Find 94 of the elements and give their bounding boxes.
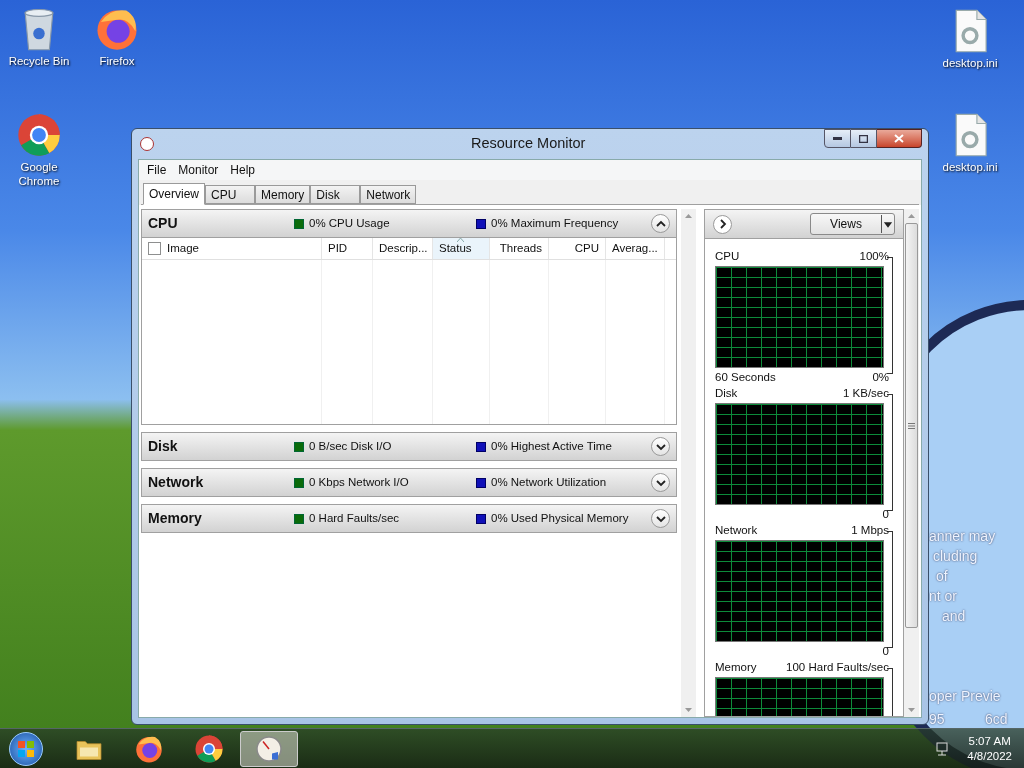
close-icon	[894, 134, 904, 143]
tab[interactable]: Network	[360, 185, 417, 204]
column-header[interactable]: PID	[322, 238, 373, 259]
chevron-down-icon	[655, 478, 666, 487]
watermark-text: nt or	[929, 587, 957, 606]
clock[interactable]: 5:07 AM 4/8/2022	[967, 733, 1012, 764]
graph-title: Disk	[715, 386, 738, 400]
start-button[interactable]	[9, 731, 43, 766]
frequency-legend-icon	[476, 441, 486, 452]
desktop-shortcut[interactable]: Firefox	[79, 6, 155, 68]
usage-metric: 0 B/sec Disk I/O	[309, 438, 392, 454]
section-header[interactable]: CPU 0% CPU Usage 0% Maximum Frequency	[141, 209, 677, 238]
section-header[interactable]: Network 0 Kbps Network I/O 0% Network Utilization	[141, 468, 677, 497]
watermark-text: cluding	[933, 547, 978, 566]
watermark-text: 95	[929, 710, 945, 729]
usage-legend-icon	[294, 441, 304, 452]
chevron-up-icon	[655, 219, 666, 228]
graph-title: CPU	[715, 249, 740, 263]
tab[interactable]: Memory	[255, 185, 311, 204]
desktop-shortcut[interactable]: desktop.ini	[932, 8, 1008, 70]
scrollbar-thumb[interactable]	[905, 223, 918, 628]
section-title: CPU	[148, 214, 179, 233]
expand-button[interactable]	[651, 509, 670, 528]
graph-scale-max: 1 Mbps	[851, 523, 889, 537]
scrollbar[interactable]	[904, 209, 919, 717]
frequency-legend-icon	[476, 218, 486, 229]
watermark-text: anner may	[929, 527, 996, 546]
maximize-icon	[859, 134, 868, 143]
section-title: Network	[148, 473, 205, 492]
graph-title: Memory	[715, 660, 757, 674]
desktop-shortcut[interactable]: Google Chrome	[1, 112, 77, 188]
menu-item[interactable]: File	[141, 161, 173, 179]
column-header[interactable]: Image	[142, 238, 322, 259]
chevron-right-icon	[718, 219, 727, 229]
usage-legend-icon	[294, 513, 304, 524]
usage-legend-icon	[294, 218, 304, 229]
frequency-legend-icon	[476, 513, 486, 524]
expand-button[interactable]	[651, 437, 670, 456]
desktop-shortcut[interactable]: desktop.ini	[932, 112, 1008, 174]
chrome-icon	[16, 112, 62, 158]
column-header[interactable]: CPU	[549, 238, 606, 259]
close-button[interactable]	[877, 129, 922, 148]
chrome-icon	[194, 733, 224, 764]
graph-scale-max: 100 Hard Faults/sec	[786, 660, 889, 674]
caret-icon	[881, 215, 894, 233]
minimize-icon	[833, 137, 842, 140]
utilization-metric: 0% Highest Active Time	[491, 438, 612, 454]
graph-scale-min: 0	[882, 507, 889, 521]
section-header[interactable]: Memory 0 Hard Faults/sec 0% Used Physical Memory	[141, 504, 677, 533]
usage-legend-icon	[294, 477, 304, 488]
views-button[interactable]: Views	[810, 213, 895, 235]
expand-panel-button[interactable]	[713, 214, 732, 234]
frequency-legend-icon	[476, 477, 486, 488]
window-title: Resource Monitor	[471, 134, 586, 154]
graph-scale-max: 1 KB/sec	[842, 386, 889, 400]
column-header[interactable]: Threads	[490, 238, 549, 259]
utilization-metric: 0% Used Physical Memory	[491, 510, 629, 526]
menu-item[interactable]: Monitor	[172, 161, 225, 179]
graph-scale-min: 0%	[872, 370, 889, 384]
section-header[interactable]: Disk 0 B/sec Disk I/O 0% Highest Active Time	[141, 432, 677, 461]
gauge-icon[interactable]	[254, 733, 284, 764]
select-all-checkbox[interactable]	[148, 242, 161, 255]
usage-metric: 0% CPU Usage	[309, 215, 390, 231]
watermark-text: oper Previe	[929, 687, 1001, 706]
section-title: Disk	[148, 437, 179, 456]
tab[interactable]: CPU	[205, 185, 255, 204]
taskbar-app[interactable]	[240, 730, 298, 767]
utilization-metric: 0% Maximum Frequency	[491, 215, 619, 231]
watermark-text: and	[942, 607, 966, 626]
utilization-metric: 0% Network Utilization	[491, 474, 607, 490]
chevron-down-icon	[655, 514, 666, 523]
section-title: Memory	[148, 509, 203, 528]
app-icon	[140, 137, 154, 151]
watermark-text: 6cd	[985, 710, 1008, 729]
chevron-down-icon	[655, 442, 666, 451]
tab[interactable]: Disk	[310, 185, 361, 204]
usage-metric: 0 Hard Faults/sec	[309, 510, 400, 526]
usage-metric: 0 Kbps Network I/O	[309, 474, 409, 490]
watermark-text: of	[936, 567, 948, 586]
desktop-shortcut[interactable]: Recycle Bin	[1, 6, 77, 68]
grip-icon	[908, 422, 915, 429]
graph-scale-min: 0	[882, 644, 889, 658]
collapse-button[interactable]	[651, 214, 670, 233]
tab[interactable]: Overview	[143, 183, 205, 205]
column-header[interactable]: Averag...	[606, 238, 665, 259]
windows-logo-icon	[18, 740, 34, 757]
graph-scale-max: 100%	[859, 249, 889, 263]
graph-title: Network	[715, 523, 758, 537]
minimize-button[interactable]	[824, 129, 851, 148]
time-span-label: 60 Seconds	[715, 370, 776, 384]
menu-item[interactable]: Help	[224, 161, 262, 179]
maximize-button[interactable]	[851, 129, 877, 148]
column-header[interactable]: Status	[433, 238, 490, 259]
expand-button[interactable]	[651, 473, 670, 492]
